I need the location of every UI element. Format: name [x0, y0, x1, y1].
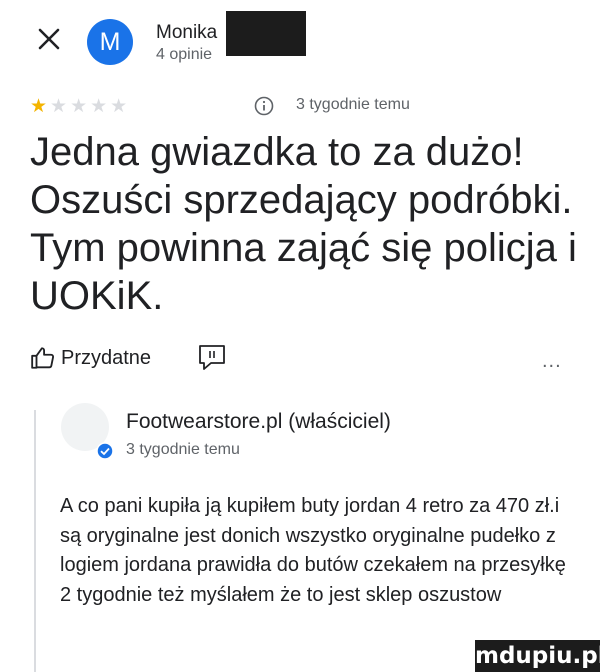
owner-reply-time: 3 tygodnie temu — [126, 441, 240, 458]
review-time: 3 tygodnie temu — [296, 96, 410, 113]
review-count: 4 opinie — [156, 46, 213, 63]
helpful-button[interactable]: Przydatne — [30, 345, 151, 371]
share-icon — [199, 345, 225, 370]
close-icon — [38, 28, 60, 50]
redaction-block — [226, 11, 306, 56]
star-filled-icon: ★ — [30, 96, 51, 117]
owner-name[interactable]: Footwearstore.pl (właściciel) — [126, 410, 391, 434]
helpful-label: Przydatne — [61, 346, 152, 369]
star-rating: ★★★★★ — [30, 95, 130, 118]
info-icon[interactable] — [254, 96, 274, 116]
more-icon[interactable]: ... — [542, 350, 562, 373]
thumbs-up-icon — [31, 347, 55, 369]
watermark-logo: mdupiu.pl — [475, 640, 600, 672]
share-button[interactable] — [195, 343, 229, 371]
reviewer-name[interactable]: Monika — [156, 22, 217, 44]
reply-divider — [34, 410, 36, 672]
avatar[interactable]: M — [87, 19, 133, 65]
verified-icon — [96, 442, 114, 460]
owner-reply-text: A co pani kupiła ją kupiłem buty jordan … — [60, 495, 566, 606]
review-text: Jedna gwiazdka to za dużo! Oszuści sprze… — [30, 130, 577, 318]
close-button[interactable] — [32, 22, 66, 56]
star-empty-icon: ★★★★ — [50, 96, 131, 117]
